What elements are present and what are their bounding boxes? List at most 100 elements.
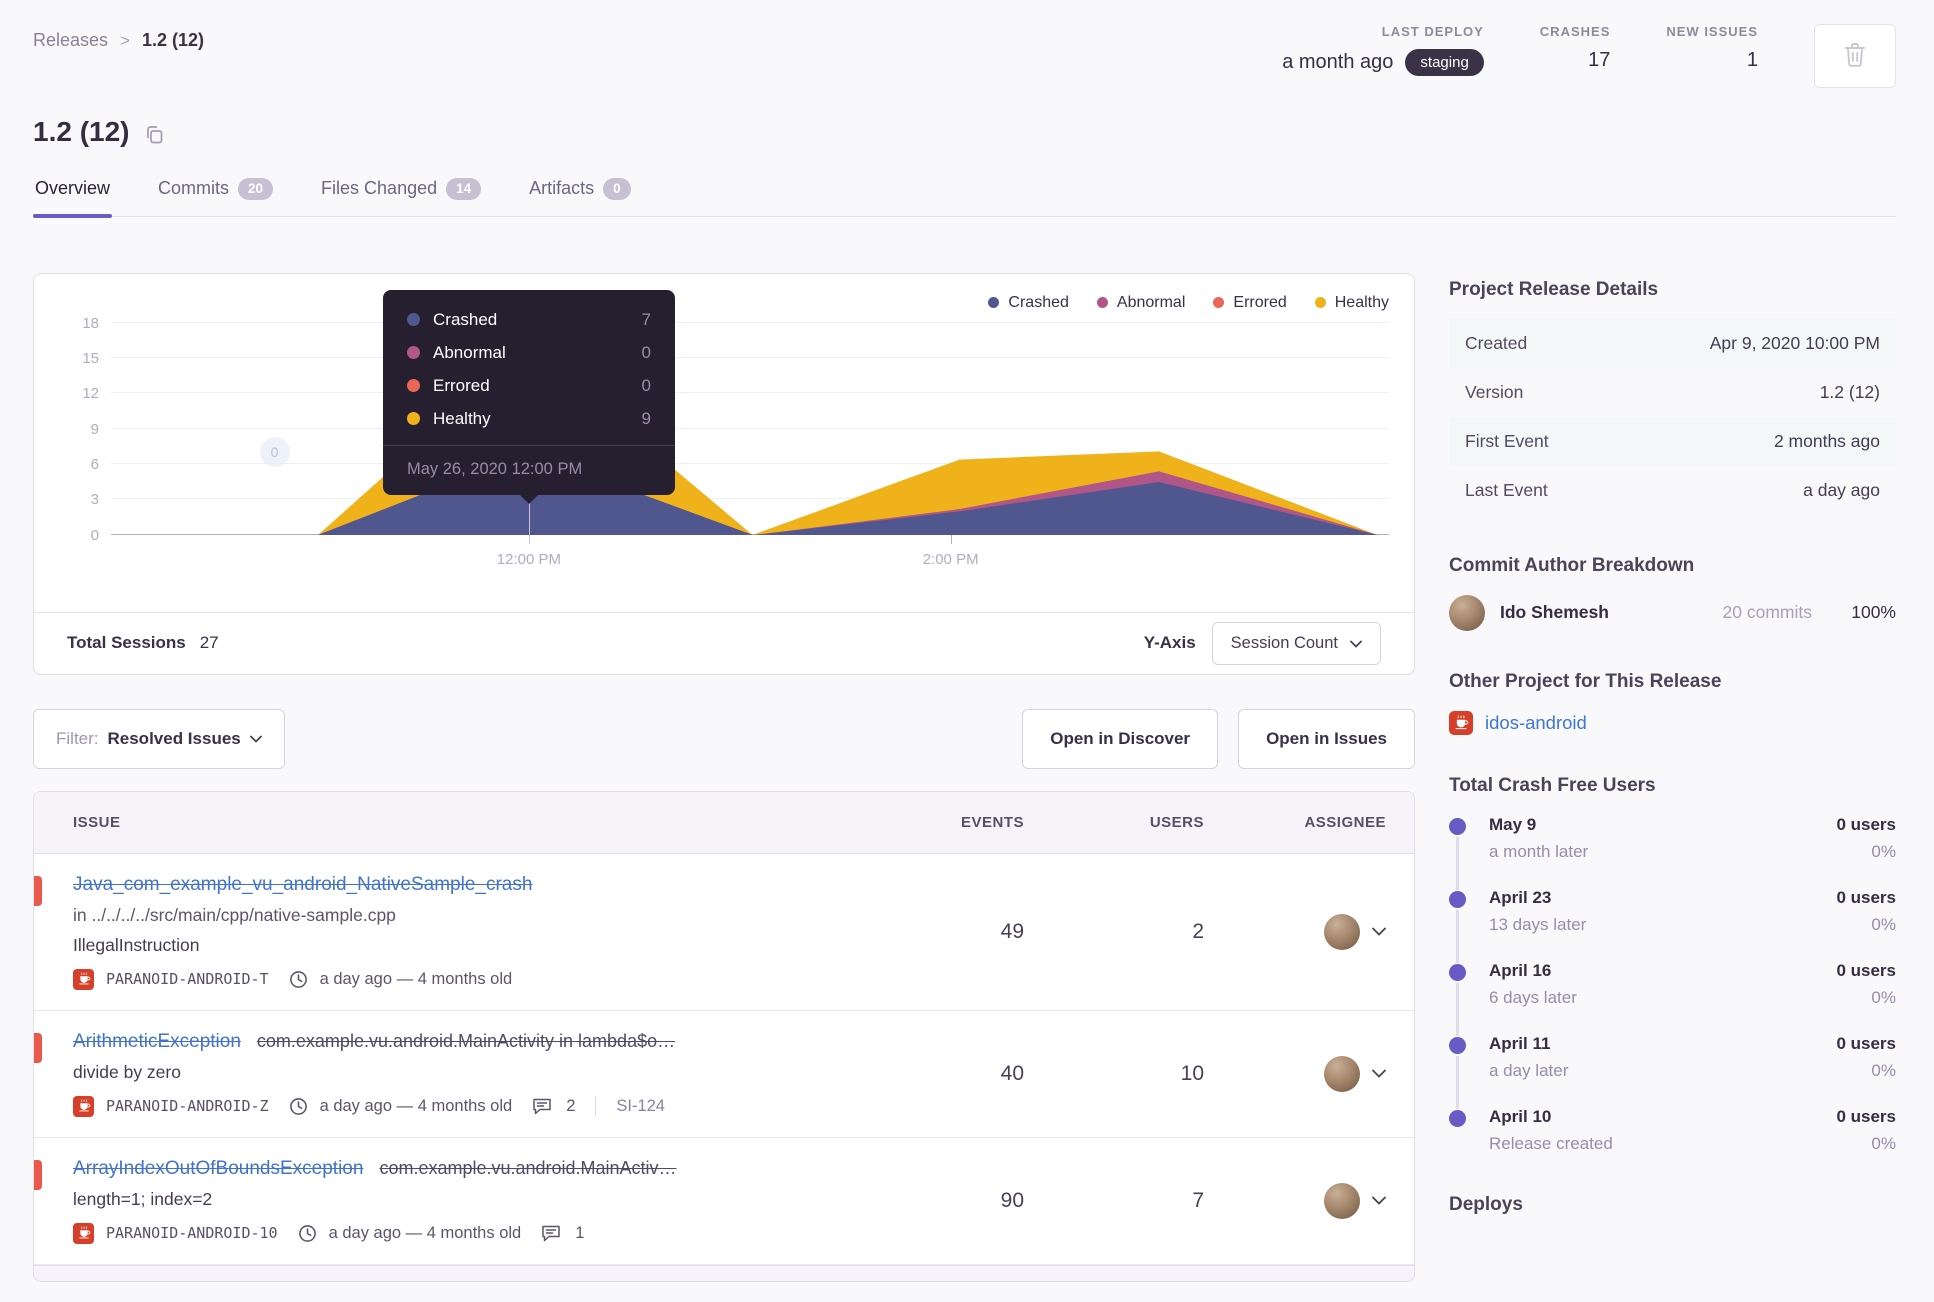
issues-filter-select[interactable]: Filter: Resolved Issues xyxy=(33,708,285,769)
timeline-dot-icon xyxy=(1449,817,1466,835)
stat-last-deploy: LAST DEPLOY a month ago staging xyxy=(1282,24,1484,76)
crash-free-section: Total Crash Free Users May 9 a month lat… xyxy=(1449,775,1896,1154)
delete-release-button[interactable] xyxy=(1814,24,1896,88)
crash-free-sublabel: 6 days later xyxy=(1489,987,1577,1007)
chevron-down-icon[interactable] xyxy=(1372,927,1386,936)
issue-events-count: 40 xyxy=(1000,1061,1024,1085)
clock-icon xyxy=(289,970,308,989)
issue-title-link[interactable]: ArithmeticException xyxy=(73,1031,241,1052)
detail-value: a day ago xyxy=(1803,479,1880,500)
chart-legend-item[interactable]: Healthy xyxy=(1314,294,1389,312)
page-title: 1.2 (12) xyxy=(33,116,130,147)
java-project-icon xyxy=(73,1095,94,1117)
crash-free-percent: 0% xyxy=(1871,987,1896,1007)
new-issues-value: 1 xyxy=(1746,49,1758,71)
chart-legend: Crashed Abnormal Errored Healthy xyxy=(988,294,1389,312)
timeline-connector xyxy=(1456,982,1459,1036)
project-slug: PARANOID-ANDROID-Z xyxy=(106,1097,269,1115)
crash-free-date: May 9 xyxy=(1489,814,1537,834)
release-detail-row: First Event 2 months ago xyxy=(1449,416,1896,466)
comments-count: 1 xyxy=(575,1223,585,1242)
series-dot-icon xyxy=(407,412,420,425)
last-deploy-value: a month ago xyxy=(1282,51,1394,73)
tooltip-series-row: Crashed 7 xyxy=(407,310,651,330)
timeline-dot-icon xyxy=(1449,1109,1466,1127)
error-level-indicator xyxy=(34,875,42,906)
chart-footer: Total Sessions 27 Y-Axis Session Count xyxy=(34,611,1414,674)
comments-count: 2 xyxy=(566,1096,576,1115)
comments-icon xyxy=(532,1097,552,1115)
series-dot-icon xyxy=(407,346,420,359)
tab-artifacts[interactable]: Artifacts 0 xyxy=(527,178,633,216)
chart-tooltip: Crashed 7 Abnormal 0 Errored 0 Healthy 9… xyxy=(383,289,675,504)
issue-age: a day ago — 4 months old xyxy=(319,969,513,988)
release-overview-page: Releases > 1.2 (12) LAST DEPLOY a month … xyxy=(0,0,1934,1302)
legend-label: Errored xyxy=(1233,293,1287,311)
issue-title-link[interactable]: Java_com_example_vu_android_NativeSample… xyxy=(73,874,532,895)
y-axis-tick-label: 3 xyxy=(90,491,99,509)
tooltip-series-label: Healthy xyxy=(433,408,491,428)
crash-free-percent: 0% xyxy=(1871,1133,1896,1153)
crash-free-users: 0 users xyxy=(1836,960,1896,980)
crash-free-entry: April 10 Release created 0 users 0% xyxy=(1449,1107,1896,1154)
issue-users-count: 7 xyxy=(1192,1188,1204,1212)
crash-free-date: April 11 xyxy=(1489,1033,1551,1053)
issues-toolbar: Filter: Resolved Issues Open in Discover… xyxy=(33,708,1415,769)
table-row: ArithmeticException com.example.vu.androi… xyxy=(34,1011,1414,1138)
x-axis-tick-label: 12:00 PM xyxy=(496,550,561,568)
issue-culprit: com.example.vu.android.MainActiv… xyxy=(379,1157,677,1178)
issue-detail: divide by zero xyxy=(73,1061,181,1082)
chart-legend-item[interactable]: Abnormal xyxy=(1096,293,1186,312)
release-marker[interactable]: 0 xyxy=(259,436,290,467)
tooltip-series-value: 7 xyxy=(641,309,651,329)
breadcrumb-releases-link[interactable]: Releases xyxy=(33,30,108,51)
release-detail-row: Created Apr 9, 2020 10:00 PM xyxy=(1449,318,1896,368)
chart-legend-item[interactable]: Errored xyxy=(1213,293,1287,312)
tab-overview[interactable]: Overview xyxy=(33,178,113,217)
breadcrumb-current: 1.2 (12) xyxy=(141,30,205,50)
commits-count-badge: 20 xyxy=(238,178,274,200)
tooltip-timestamp: May 26, 2020 12:00 PM xyxy=(383,444,675,495)
other-project-link[interactable]: idos-android xyxy=(1485,712,1587,734)
assignee-avatar[interactable] xyxy=(1324,1182,1360,1219)
tab-commits[interactable]: Commits 20 xyxy=(156,178,275,216)
open-in-issues-button[interactable]: Open in Issues xyxy=(1238,708,1415,769)
total-sessions-value: 27 xyxy=(199,633,219,652)
project-slug: PARANOID-ANDROID-T xyxy=(106,970,269,988)
tooltip-series-value: 0 xyxy=(641,375,651,395)
issue-title-link[interactable]: ArrayIndexOutOfBoundsException xyxy=(73,1158,363,1179)
issues-table-header: Issue Events Users Assignee xyxy=(34,791,1414,854)
chart-plot-area[interactable]: 0 3 6 9 12 15 18 12:00 PM 2:00 PM 0 xyxy=(82,315,1389,568)
issue-annotation-link[interactable]: SI-124 xyxy=(616,1097,665,1116)
chevron-down-icon xyxy=(249,730,262,748)
chart-legend-item[interactable]: Crashed xyxy=(988,294,1069,312)
detail-label: Created xyxy=(1465,332,1528,353)
sessions-chart: Crashed Abnormal Errored Healthy 0 3 6 9 12 1… xyxy=(34,274,1414,612)
issue-age: a day ago — 4 months old xyxy=(319,1096,513,1115)
yaxis-select[interactable]: Session Count xyxy=(1211,621,1381,665)
table-row: Java_com_example_vu_android_NativeSample… xyxy=(34,854,1414,1011)
open-in-discover-button[interactable]: Open in Discover xyxy=(1022,708,1219,769)
chevron-right-icon: > xyxy=(120,30,130,50)
legend-label: Abnormal xyxy=(1116,293,1186,311)
divider xyxy=(595,1096,597,1116)
crash-free-entry: April 23 13 days later 0 users 0% xyxy=(1449,887,1896,963)
y-axis-tick-label: 0 xyxy=(90,526,99,544)
comments-icon xyxy=(541,1224,561,1242)
author-percent: 100% xyxy=(1851,602,1896,622)
crash-free-date: April 16 xyxy=(1489,960,1552,980)
crash-free-users: 0 users xyxy=(1836,1106,1896,1126)
crashes-value: 17 xyxy=(1588,49,1611,71)
issue-events-count: 90 xyxy=(1000,1188,1024,1212)
release-detail-row: Last Event a day ago xyxy=(1449,466,1896,515)
tab-files-changed[interactable]: Files Changed 14 xyxy=(319,178,483,216)
chevron-down-icon[interactable] xyxy=(1372,1196,1386,1205)
chevron-down-icon[interactable] xyxy=(1372,1069,1386,1078)
assignee-avatar[interactable] xyxy=(1324,1055,1360,1092)
crash-free-date: April 23 xyxy=(1489,887,1552,907)
copy-version-button[interactable] xyxy=(144,124,165,145)
crash-free-sublabel: 13 days later xyxy=(1489,914,1587,934)
artifacts-count-badge: 0 xyxy=(603,178,631,200)
crash-free-percent: 0% xyxy=(1871,1060,1896,1080)
assignee-avatar[interactable] xyxy=(1324,913,1360,950)
